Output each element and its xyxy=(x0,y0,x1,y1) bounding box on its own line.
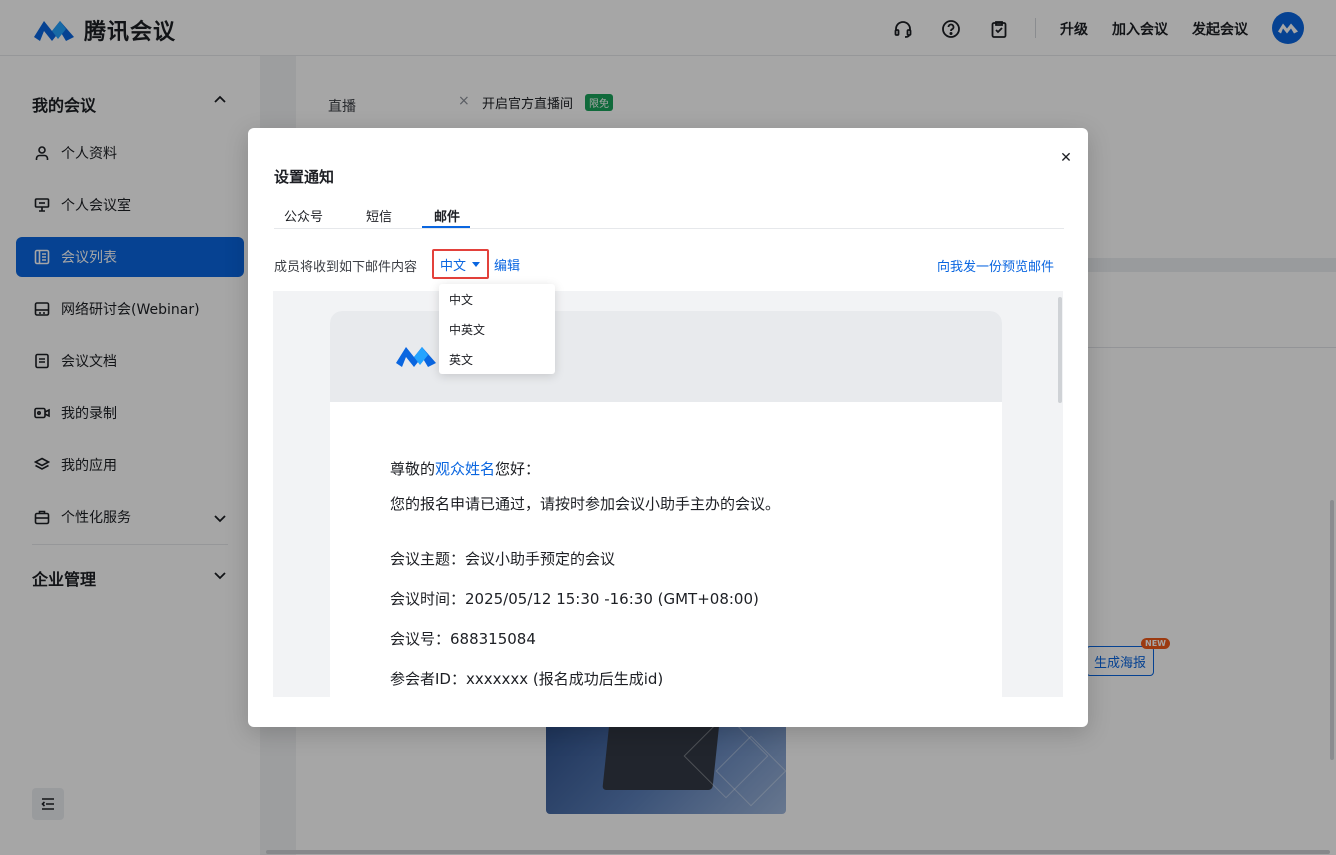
edit-link[interactable]: 编辑 xyxy=(494,255,520,274)
email-header xyxy=(330,311,1002,402)
notification-tabs: 公众号 短信 邮件 xyxy=(274,204,1064,229)
email-meeting-id: 会议号：688315084 xyxy=(390,630,536,648)
caret-down-icon xyxy=(472,261,481,267)
language-dropdown: 中文 中英文 英文 xyxy=(439,284,555,374)
send-preview-email-link[interactable]: 向我发一份预览邮件 xyxy=(937,256,1054,275)
email-participant-id: 参会者ID：xxxxxxx (报名成功后生成id) xyxy=(390,670,664,688)
email-time: 会议时间：2025/05/12 15:30 -16:30 (GMT+08:00) xyxy=(390,590,759,608)
dialog-title: 设置通知 xyxy=(274,168,335,186)
language-select[interactable]: 中文 xyxy=(432,249,489,279)
email-approved-text: 您的报名申请已通过，请按时参加会议小助手主办的会议。 xyxy=(390,495,781,513)
language-option-chinese[interactable]: 中文 xyxy=(449,291,473,308)
language-selected-value: 中文 xyxy=(440,258,467,274)
email-preview-area[interactable]: 尊敬的观众姓名您好： 您的报名申请已通过，请按时参加会议小助手主办的会议。 会议… xyxy=(273,291,1063,697)
tab-email[interactable]: 邮件 xyxy=(434,206,460,225)
email-card: 尊敬的观众姓名您好： 您的报名申请已通过，请按时参加会议小助手主办的会议。 会议… xyxy=(330,311,1002,697)
email-content-description: 成员将收到如下邮件内容 xyxy=(274,260,418,275)
language-option-bilingual[interactable]: 中英文 xyxy=(449,321,485,338)
tab-sms[interactable]: 短信 xyxy=(366,206,392,225)
notification-settings-dialog: ✕ 设置通知 公众号 短信 邮件 成员将收到如下邮件内容 中文 编辑 向我发一份… xyxy=(248,128,1088,727)
email-greeting: 尊敬的观众姓名您好： xyxy=(390,460,541,478)
close-icon[interactable]: ✕ xyxy=(1058,150,1074,166)
active-tab-indicator xyxy=(422,226,470,228)
email-topic: 会议主题：会议小助手预定的会议 xyxy=(390,550,616,568)
tencent-meeting-logo-icon xyxy=(396,347,436,367)
language-option-english[interactable]: 英文 xyxy=(449,351,473,368)
audience-name-variable: 观众姓名 xyxy=(435,460,496,478)
preview-scrollbar[interactable] xyxy=(1058,297,1062,403)
tab-wechat-official[interactable]: 公众号 xyxy=(284,206,323,225)
